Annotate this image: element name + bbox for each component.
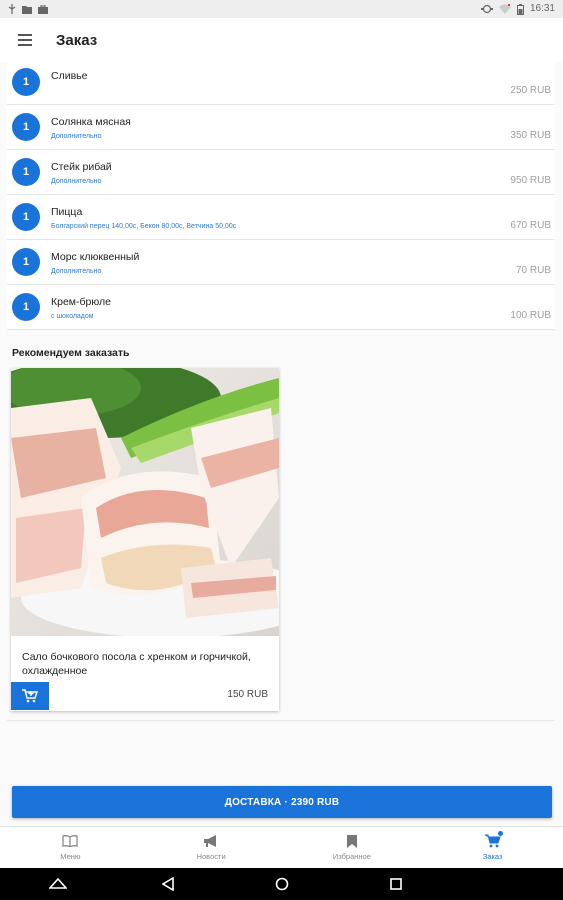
battery-icon <box>516 3 524 15</box>
eject-icon <box>49 878 67 889</box>
order-item[interactable]: 1 Солянка мясная Дополнительно 350 RUB <box>7 105 555 150</box>
recommended-product-card[interactable]: Сало бочкового посола с хренком и горчич… <box>11 368 279 711</box>
product-image[interactable] <box>11 368 279 636</box>
quantity-badge[interactable]: 1 <box>12 248 40 276</box>
status-bar: 16:31 <box>0 0 563 18</box>
order-item-text: Пицца Болгарский перец 140,00с, Бекон 80… <box>51 195 236 239</box>
order-item-name: Морс клюквенный <box>51 250 140 263</box>
order-item[interactable]: 1 Морс клюквенный Дополнительно 70 RUB <box>7 240 555 285</box>
system-home-button[interactable] <box>262 868 302 900</box>
briefcase-icon <box>38 4 48 14</box>
bottom-navigation: Меню Новости Избранное Заказ <box>0 826 563 868</box>
order-item-extra[interactable]: Дополнительно <box>51 132 131 141</box>
nav-item-menu[interactable]: Меню <box>0 827 141 868</box>
usb-icon <box>8 4 16 14</box>
order-item[interactable]: 1 Сливье 250 RUB <box>7 60 555 105</box>
order-item-price: 100 RUB <box>510 310 551 321</box>
back-triangle-icon <box>162 877 174 891</box>
quantity-badge[interactable]: 1 <box>12 293 40 321</box>
folder-icon <box>22 5 32 14</box>
system-home-triangle-button[interactable] <box>38 868 78 900</box>
recommend-section-title: Рекомендуем заказать <box>12 347 130 359</box>
system-back-button[interactable] <box>148 868 188 900</box>
add-to-cart-button[interactable] <box>11 682 49 710</box>
system-recents-button[interactable] <box>376 868 416 900</box>
cart-icon <box>484 834 501 848</box>
cart-notification-dot <box>497 831 503 836</box>
app-bar: Заказ <box>0 18 563 62</box>
order-item-text: Крем-брюле с шоколадом <box>51 285 111 329</box>
order-item-price: 350 RUB <box>510 130 551 141</box>
sync-icon <box>480 4 493 14</box>
recommended-product-name: Сало бочкового посола с хренком и горчич… <box>22 651 251 677</box>
order-list: 1 Сливье 250 RUB 1 Солянка мясная Дополн… <box>7 60 555 330</box>
status-right-icons: 16:31 <box>480 3 555 15</box>
recommended-product-price: 150 RUB <box>227 689 268 700</box>
bookmark-icon <box>346 834 357 848</box>
order-item-extra[interactable]: Дополнительно <box>51 267 139 276</box>
section-divider <box>7 720 555 721</box>
status-time: 16:31 <box>529 3 555 14</box>
megaphone-icon <box>204 835 217 847</box>
nav-item-order[interactable]: Заказ <box>422 827 563 868</box>
order-item-extra[interactable]: Дополнительно <box>51 177 112 186</box>
book-icon <box>62 835 79 847</box>
nav-label-favorites: Избранное <box>332 852 371 861</box>
order-item-text: Солянка мясная Дополнительно <box>51 105 131 149</box>
recents-square-icon <box>390 878 402 890</box>
order-item-price: 670 RUB <box>510 220 551 231</box>
quantity-badge[interactable]: 1 <box>12 113 40 141</box>
home-circle-icon <box>275 877 289 891</box>
order-item-name: Солянка мясная <box>51 115 131 128</box>
order-item-price: 950 RUB <box>510 175 551 186</box>
order-item-text: Стейк рибай Дополнительно <box>51 150 112 194</box>
system-navigation-bar <box>0 868 563 900</box>
nav-item-favorites[interactable]: Избранное <box>282 827 423 868</box>
nav-label-news: Новости <box>196 852 226 861</box>
order-item-extra[interactable]: с шоколадом <box>51 312 111 321</box>
order-item-name: Крем-брюле <box>51 295 111 308</box>
hamburger-menu-icon[interactable] <box>18 34 32 46</box>
order-item-text: Сливье <box>51 60 87 104</box>
quantity-badge[interactable]: 1 <box>12 203 40 231</box>
order-item-name: Пицца <box>51 205 83 218</box>
wifi-off-icon <box>498 4 511 14</box>
add-to-cart-icon <box>22 689 38 703</box>
order-item[interactable]: 1 Крем-брюле с шоколадом 100 RUB <box>7 285 555 330</box>
order-item-extra[interactable]: Болгарский перец 140,00с, Бекон 80,00с, … <box>51 222 236 231</box>
status-left-icons <box>8 4 48 14</box>
order-item[interactable]: 1 Пицца Болгарский перец 140,00с, Бекон … <box>7 195 555 240</box>
nav-item-news[interactable]: Новости <box>141 827 282 868</box>
delivery-checkout-button[interactable]: ДОСТАВКА · 2390 RUB <box>12 786 552 818</box>
order-item-name: Стейк рибай <box>51 160 112 173</box>
quantity-badge[interactable]: 1 <box>12 158 40 186</box>
quantity-badge[interactable]: 1 <box>12 68 40 96</box>
salo-photo-icon <box>11 368 279 636</box>
order-item-price: 70 RUB <box>515 265 551 276</box>
page-title: Заказ <box>56 31 98 49</box>
nav-label-order: Заказ <box>482 852 503 861</box>
nav-label-menu: Меню <box>60 852 81 861</box>
order-item-text: Морс клюквенный Дополнительно <box>51 240 139 284</box>
order-item[interactable]: 1 Стейк рибай Дополнительно 950 RUB <box>7 150 555 195</box>
order-item-price: 250 RUB <box>510 85 551 96</box>
order-item-name: Сливье <box>51 69 88 82</box>
